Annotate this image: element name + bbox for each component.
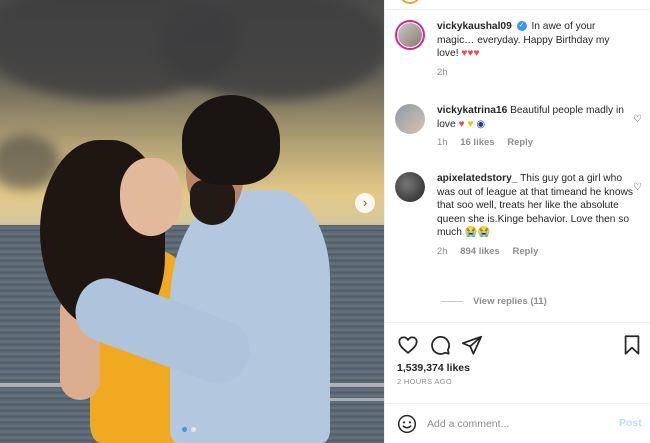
chevron-right-icon[interactable]: › [355,193,375,213]
avatar[interactable] [395,172,425,202]
likes-count[interactable]: 1,539,374 likes [397,362,470,374]
comment-meta: 1h 16 likes Reply [437,136,633,150]
avatar-story-ring [399,0,421,4]
caption-time[interactable]: 2h [437,67,448,78]
comment-body: apixelatedstory_ This guy got a girl who… [437,172,633,258]
reply-button[interactable]: Reply [512,246,538,257]
comment-time[interactable]: 2h [437,246,448,257]
comment-likes[interactable]: 16 likes [460,137,494,148]
woman-face [120,158,182,236]
comment-like-heart-icon[interactable]: ♡ [633,182,642,193]
divider [385,322,650,323]
view-replies-button[interactable]: View replies (11) [441,296,547,307]
comment-like-heart-icon[interactable]: ♡ [633,114,642,125]
post-photo[interactable]: › [0,0,384,443]
avatar[interactable] [395,20,425,50]
view-replies-label: View replies (11) [473,296,547,307]
post-side-panel: vickykaushal09 ✓ In awe of your magic… e… [384,0,650,443]
comment-meta: 2h 894 likes Reply [437,245,633,259]
carousel-dot [191,427,196,432]
post-button[interactable]: Post [619,417,642,429]
comment-body: vickykatrina16 Beautiful people madly in… [437,104,633,150]
bookmark-icon[interactable] [621,334,643,356]
post-timestamp[interactable]: 2 HOURS AGO [397,377,452,386]
add-comment-input[interactable] [427,414,607,434]
verified-badge-icon: ✓ [516,21,527,32]
heart-icon[interactable] [397,334,419,356]
caption-body: vickykaushal09 ✓ In awe of your magic… e… [437,20,633,79]
action-bar [385,330,650,360]
yellow-heart-emoji-icon: ♥ [467,118,474,130]
man-hair [182,95,280,185]
caption-meta: 2h [437,66,633,80]
crying-emoji-icon: 😭😭 [464,227,491,238]
avatar[interactable] [395,104,425,134]
smiley-icon[interactable] [397,414,417,434]
heart-emoji-icon: ♥ [458,118,465,130]
carousel-dots [182,427,196,432]
add-comment-bar: Post [385,404,650,443]
comments-list: vickykaushal09 ✓ In awe of your magic… e… [385,12,650,322]
carousel-dot-active [182,427,187,432]
man-beard [190,180,235,225]
comment-likes[interactable]: 894 likes [460,246,500,257]
nazar-emoji-icon: ◉ [476,118,486,130]
header-cut [385,0,650,10]
comment-time[interactable]: 1h [437,137,448,148]
replies-line [441,301,463,302]
comment-icon[interactable] [429,334,451,356]
reply-button[interactable]: Reply [507,137,533,148]
share-icon[interactable] [461,334,483,356]
caption-username[interactable]: vickykaushal09 [437,21,512,32]
comment-username[interactable]: apixelatedstory_ [437,173,517,184]
caption-emojis: ♥♥♥ [461,48,480,59]
comment-username[interactable]: vickykatrina16 [437,105,507,116]
